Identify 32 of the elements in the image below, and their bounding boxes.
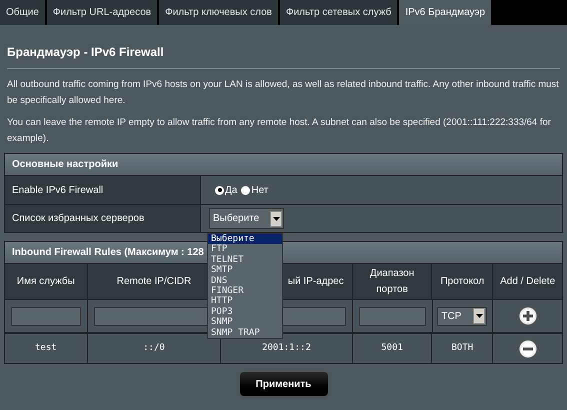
server-select[interactable]: Выберите [209, 208, 284, 229]
minus-circle-icon[interactable] [518, 338, 538, 358]
apply-button[interactable]: Применить [240, 372, 328, 396]
tab[interactable]: Общие [0, 0, 45, 25]
dropdown-option[interactable]: FTP [208, 244, 282, 255]
radio-label: Да [225, 184, 238, 198]
description-text: You can leave the remote IP empty to allow traffic from any remote host. A subnet can also be specified (2001::111:222:333/64 for example). [7, 116, 552, 146]
description-text: All outbound traffic coming from IPv6 hosts on your LAN is allowed, as well as related inbound traffic. Any other inbound traffic must be specifically allowed here. [7, 78, 560, 108]
table-cell-text: test [34, 342, 58, 355]
tab[interactable]: Фильтр сетевых служб [280, 0, 398, 25]
radio-button[interactable] [215, 186, 224, 194]
protocol-select[interactable]: TCP [437, 306, 488, 326]
tab[interactable]: IPv6 Брандмауэр [399, 0, 492, 25]
tab[interactable]: Фильтр URL-адресов [46, 0, 158, 25]
dropdown-option[interactable]: Выберите [208, 234, 282, 244]
setting-label: Список избранных серверов [5, 205, 200, 232]
dropdown-option[interactable]: SNMP [208, 317, 282, 328]
input-field[interactable] [11, 306, 81, 326]
dropdown-option[interactable]: POP3 [208, 306, 282, 318]
column-header: Имя службы [16, 274, 76, 288]
radio-label: Нет [251, 184, 268, 198]
setting-label: Enable IPv6 Firewall [5, 176, 200, 204]
section-header: Основные настройки [5, 154, 562, 175]
page-title: Брандмауэр - IPv6 Firewall [7, 44, 165, 61]
table-cell: BOTH [431, 334, 492, 363]
radio-button[interactable] [241, 186, 250, 194]
plus-circle-icon[interactable] [518, 306, 538, 326]
dropdown-option[interactable]: TELNET [208, 254, 282, 266]
dropdown-option[interactable]: HTTP [208, 296, 282, 307]
table-cell: 5001 [352, 334, 432, 363]
input-field[interactable] [358, 306, 426, 326]
tab[interactable]: Фильтр ключевых слов [159, 0, 278, 25]
